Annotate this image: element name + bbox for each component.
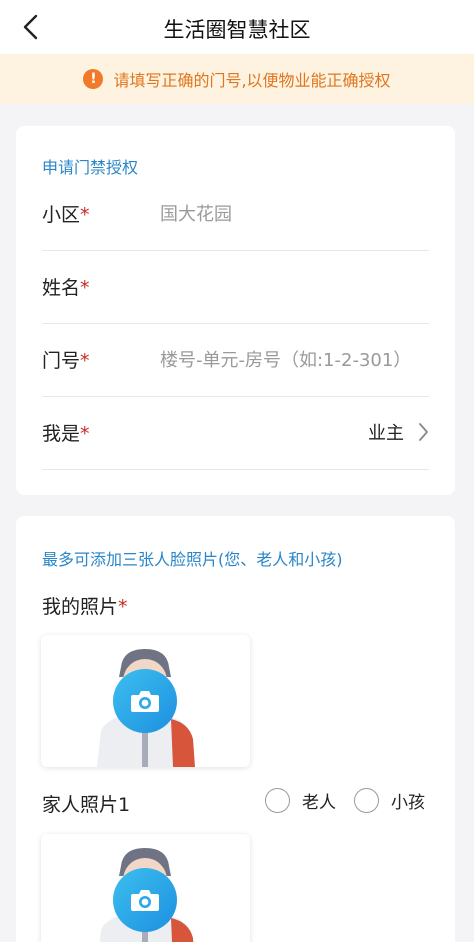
notice-banner: ! 请填写正确的门号,以便物业能正确授权 bbox=[0, 54, 474, 104]
page-title: 生活圈智慧社区 bbox=[163, 18, 311, 42]
radio-label-child: 小孩 bbox=[391, 793, 425, 813]
family-photo-1-upload[interactable] bbox=[41, 834, 250, 942]
radio-label-elderly: 老人 bbox=[302, 793, 336, 813]
camera-button[interactable] bbox=[113, 669, 177, 733]
radio-circle[interactable] bbox=[265, 788, 290, 813]
top-bar: 生活圈智慧社区 bbox=[0, 0, 474, 54]
exclamation-circle-icon: ! bbox=[83, 69, 104, 89]
family-type-radio-group: 老人 小孩 bbox=[247, 788, 425, 813]
radio-elderly[interactable]: 老人 bbox=[265, 788, 336, 813]
door-label: 门号* bbox=[42, 350, 90, 372]
identity-select[interactable]: 业主 bbox=[368, 419, 429, 445]
photos-card: 最多可添加三张人脸照片(您、老人和小孩) 我的照片* 家人照片1 老人 小孩 bbox=[16, 516, 455, 942]
community-value: 国大花园 bbox=[160, 204, 232, 225]
identity-value: 业主 bbox=[368, 423, 404, 444]
identity-label: 我是* bbox=[42, 423, 90, 445]
name-row[interactable]: 姓名* bbox=[42, 251, 429, 324]
door-row[interactable]: 门号* 楼号-单元-房号（如:1-2-301） bbox=[42, 324, 429, 397]
community-row[interactable]: 小区* 国大花园 bbox=[42, 178, 429, 251]
name-label: 姓名* bbox=[42, 277, 90, 299]
radio-child[interactable]: 小孩 bbox=[354, 788, 425, 813]
notice-text: 请填写正确的门号,以便物业能正确授权 bbox=[113, 71, 391, 90]
chevron-right-icon bbox=[419, 423, 428, 441]
required-mark: * bbox=[80, 350, 90, 372]
my-photo-upload[interactable] bbox=[41, 635, 250, 767]
required-mark: * bbox=[80, 277, 90, 299]
required-mark: * bbox=[118, 596, 128, 618]
door-input[interactable]: 楼号-单元-房号（如:1-2-301） bbox=[160, 346, 411, 372]
camera-button[interactable] bbox=[113, 868, 177, 932]
camera-icon bbox=[131, 890, 159, 911]
community-label: 小区* bbox=[42, 204, 90, 226]
identity-row[interactable]: 我是* 业主 bbox=[42, 397, 429, 470]
family-photo-1-label: 家人照片1 bbox=[42, 794, 131, 816]
photos-section-title: 最多可添加三张人脸照片(您、老人和小孩) bbox=[42, 550, 343, 569]
required-mark: * bbox=[80, 423, 90, 445]
access-form-card: 申请门禁授权 小区* 国大花园 姓名* 门号* 楼号-单元-房号（如:1-2-3… bbox=[16, 126, 455, 495]
my-photo-label: 我的照片* bbox=[42, 596, 128, 618]
radio-circle[interactable] bbox=[354, 788, 379, 813]
camera-icon bbox=[131, 691, 159, 712]
access-section-title: 申请门禁授权 bbox=[42, 158, 139, 177]
required-mark: * bbox=[80, 204, 90, 226]
